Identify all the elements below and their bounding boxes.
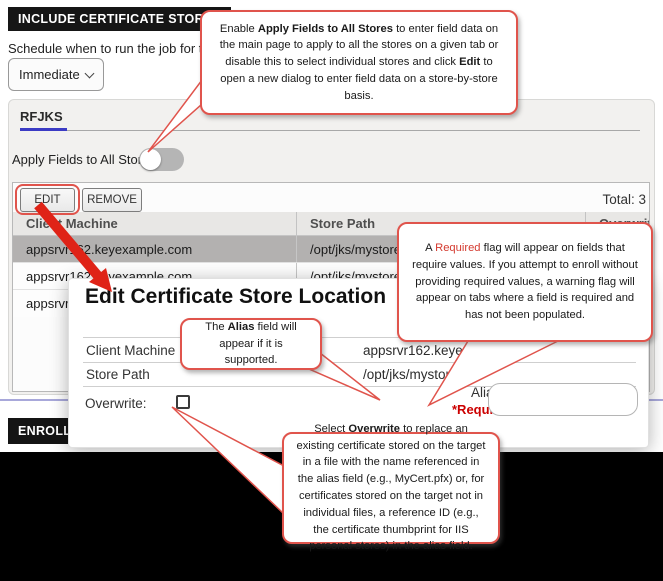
- toggle-knob: [140, 149, 161, 170]
- overwrite-checkbox[interactable]: [176, 395, 190, 409]
- callout-overwrite: Select Overwrite to replace an existing …: [282, 432, 500, 544]
- tab-divider: [20, 130, 640, 131]
- active-tab-indicator: [20, 128, 67, 131]
- apply-fields-toggle[interactable]: [139, 148, 184, 171]
- schedule-dropdown-value: Immediate: [19, 67, 80, 82]
- callout-text: Select Overwrite to replace an existing …: [294, 421, 488, 555]
- screenshot-root: INCLUDE CERTIFICATE STORES Schedule when…: [0, 0, 663, 581]
- tab-rfjks[interactable]: RFJKS: [20, 109, 63, 124]
- apply-fields-toggle-label: Apply Fields to All Stores: [12, 152, 156, 167]
- field-value-client-machine: appsrvr162.keyexam: [363, 343, 488, 358]
- include-certificate-stores-header: INCLUDE CERTIFICATE STORES: [8, 7, 231, 31]
- column-header-client-machine: Client Machine: [13, 216, 296, 231]
- callout-text: Enable Apply Fields to All Stores to ent…: [212, 21, 506, 105]
- alias-input[interactable]: [488, 383, 638, 416]
- callout-alias: The Alias field will appear if it is sup…: [180, 318, 322, 370]
- callout-required: A Required flag will appear on fields th…: [397, 222, 653, 342]
- overwrite-label: Overwrite:: [85, 396, 147, 411]
- edit-button[interactable]: EDIT: [20, 188, 75, 212]
- schedule-dropdown[interactable]: Immediate: [8, 58, 104, 91]
- field-value-store-path: /opt/jks/mystore1.j: [363, 367, 472, 382]
- callout-apply-fields: Enable Apply Fields to All Stores to ent…: [200, 10, 518, 115]
- remove-button[interactable]: REMOVE: [82, 188, 142, 212]
- total-count: Total: 3: [566, 192, 646, 207]
- callout-text: A Required flag will appear on fields th…: [409, 240, 641, 324]
- chevron-down-icon: [85, 68, 95, 78]
- cell-client-machine: appsrvr162.keyexample.com: [13, 242, 296, 257]
- modal-title: Edit Certificate Store Location: [85, 285, 386, 309]
- callout-text: The Alias field will appear if it is sup…: [192, 319, 310, 369]
